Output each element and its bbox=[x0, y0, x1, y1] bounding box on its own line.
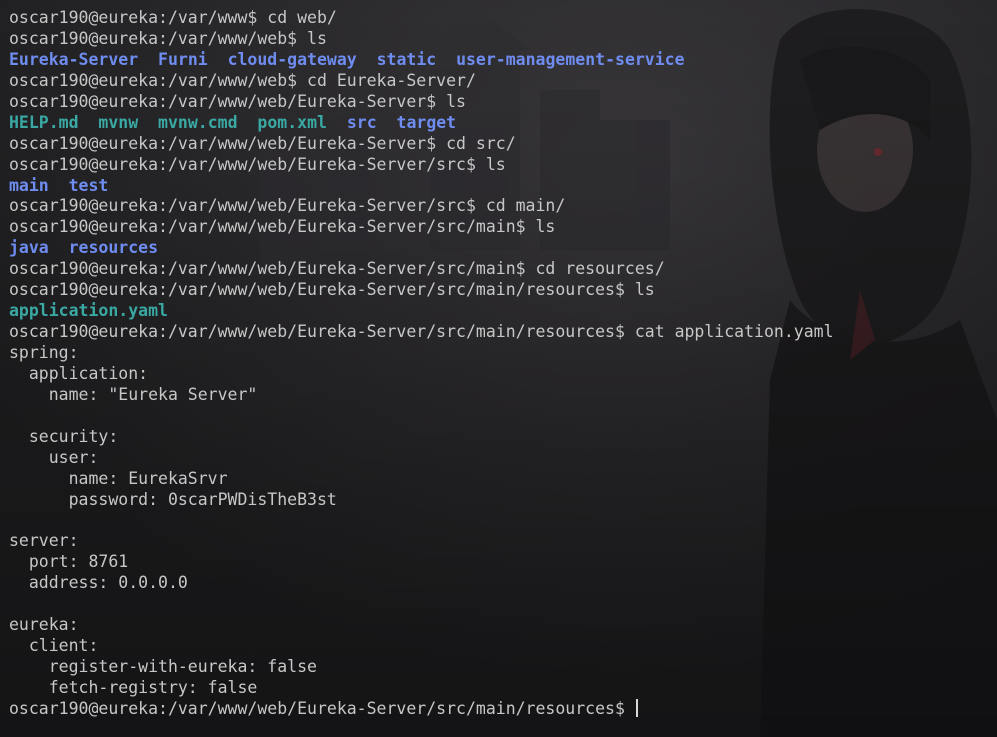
directory-entry: src bbox=[346, 112, 377, 132]
terminal-line: server: bbox=[9, 531, 79, 551]
directory-entry: java bbox=[9, 238, 49, 258]
ls-output-line: java resources bbox=[9, 238, 997, 259]
ls-output-line: main test bbox=[9, 176, 997, 197]
directory-entry: Furni bbox=[158, 49, 208, 69]
terminal-line: oscar190@eureka:/var/www/web/Eureka-Serv… bbox=[9, 217, 556, 237]
terminal-line: application: bbox=[9, 363, 149, 383]
terminal-line: port: 8761 bbox=[9, 552, 129, 572]
terminal-line: spring: bbox=[9, 343, 79, 362]
terminal-line: security: bbox=[9, 426, 119, 446]
directory-entry: test bbox=[68, 175, 109, 195]
terminal-line: register-with-eureka: false bbox=[9, 657, 317, 677]
directory-entry: cloud-gateway bbox=[227, 49, 357, 69]
terminal-output[interactable]: oscar190@eureka:/var/www$ cd web/oscar19… bbox=[0, 0, 997, 737]
terminal-line: oscar190@eureka:/var/www/web/Eureka-Serv… bbox=[9, 259, 665, 279]
file-entry: HELP.md bbox=[9, 112, 79, 132]
active-prompt-line: oscar190@eureka:/var/www/web/Eureka-Serv… bbox=[9, 698, 997, 720]
file-entry: mvnw bbox=[98, 112, 139, 132]
file-entry: application.yaml bbox=[9, 301, 168, 321]
terminal-line: address: 0.0.0.0 bbox=[9, 573, 188, 593]
directory-entry: static bbox=[376, 49, 437, 69]
prompt-text: oscar190@eureka:/var/www/web/Eureka-Serv… bbox=[9, 698, 635, 718]
file-entry: mvnw.cmd bbox=[158, 112, 238, 132]
terminal-line: oscar190@eureka:/var/www$ cd web/ bbox=[9, 8, 337, 27]
file-entry: pom.xml bbox=[257, 112, 327, 132]
directory-entry: target bbox=[396, 112, 457, 132]
terminal-line: user: bbox=[9, 447, 99, 467]
ls-output-line: application.yaml bbox=[9, 301, 997, 322]
terminal-line: name: "Eureka Server" bbox=[9, 384, 258, 404]
directory-entry: Eureka-Server bbox=[9, 49, 139, 69]
terminal-line: oscar190@eureka:/var/www/web/Eureka-Serv… bbox=[9, 322, 834, 342]
terminal-line: password: 0scarPWDisTheB3st bbox=[9, 489, 337, 509]
terminal-line: oscar190@eureka:/var/www/web/Eureka-Serv… bbox=[9, 196, 566, 216]
terminal-line: oscar190@eureka:/var/www/web$ ls bbox=[9, 28, 327, 48]
terminal-line: oscar190@eureka:/var/www/web/Eureka-Serv… bbox=[9, 154, 506, 174]
directory-entry: user-management-service bbox=[456, 49, 685, 69]
directory-entry: main bbox=[9, 175, 49, 195]
terminal-line: name: EurekaSrvr bbox=[9, 468, 228, 488]
terminal-line: oscar190@eureka:/var/www/web/Eureka-Serv… bbox=[9, 91, 466, 111]
terminal-line: fetch-registry: false bbox=[9, 678, 258, 697]
terminal-line: oscar190@eureka:/var/www/web$ cd Eureka-… bbox=[9, 70, 476, 90]
ls-output-line: HELP.md mvnw mvnw.cmd pom.xml src target bbox=[9, 113, 997, 134]
terminal-line: oscar190@eureka:/var/www/web/Eureka-Serv… bbox=[9, 133, 516, 153]
terminal-line: oscar190@eureka:/var/www/web/Eureka-Serv… bbox=[9, 280, 655, 300]
ls-output-line: Eureka-Server Furni cloud-gateway static… bbox=[9, 50, 997, 71]
terminal-line: client: bbox=[9, 636, 99, 656]
directory-entry: resources bbox=[68, 238, 159, 258]
terminal-line: eureka: bbox=[9, 615, 79, 635]
text-cursor[interactable] bbox=[635, 698, 638, 717]
